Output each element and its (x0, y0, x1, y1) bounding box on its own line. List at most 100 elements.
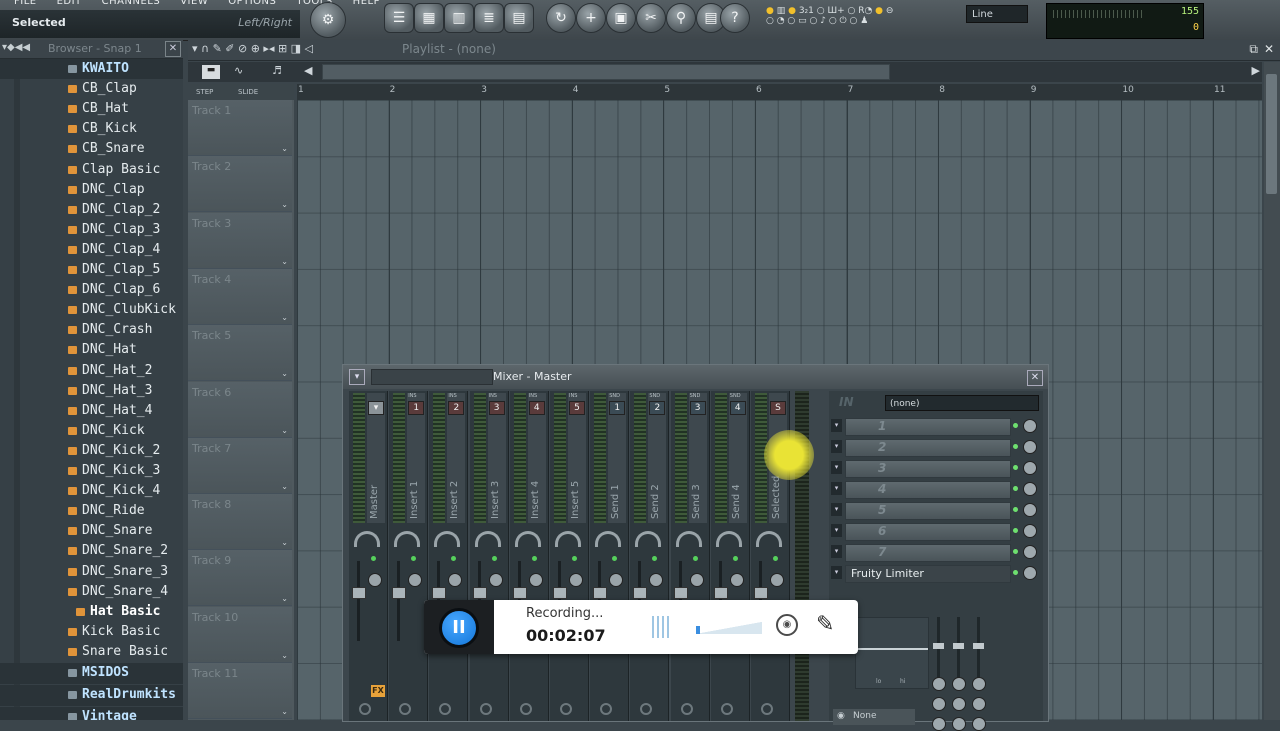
fx-slot[interactable]: ▾ 4 (831, 480, 1041, 499)
pen-icon[interactable]: ✎ (816, 612, 834, 637)
cut-icon[interactable]: ✂ (636, 3, 666, 33)
browser-file[interactable]: DNC_Kick_4 (0, 481, 183, 501)
stereo-knob[interactable] (729, 573, 744, 587)
track-header[interactable]: Track 11 ⌄ (188, 663, 292, 719)
slot-mix-knob[interactable] (1023, 503, 1037, 517)
pan-knob[interactable] (635, 531, 662, 547)
track-enable-led[interactable] (531, 556, 537, 561)
volume-fader[interactable] (357, 561, 360, 641)
browser-file[interactable]: DNC_Clap (0, 180, 183, 200)
stereo-knob[interactable] (609, 573, 624, 587)
volume-handle[interactable] (696, 626, 700, 634)
eq-knob[interactable] (972, 677, 986, 691)
pan-knob[interactable] (675, 531, 702, 547)
slot-menu-icon[interactable]: ▾ (831, 566, 842, 579)
fader-handle[interactable] (633, 587, 648, 599)
browser-file[interactable]: DNC_ClubKick (0, 300, 183, 320)
slot-body[interactable]: 4 (845, 481, 1011, 499)
pan-knob[interactable] (514, 531, 541, 547)
slot-menu-icon[interactable]: ▾ (831, 545, 842, 558)
track-route-icon[interactable] (761, 703, 773, 715)
slot-enable-led[interactable] (1013, 465, 1018, 470)
slot-menu-icon[interactable]: ▾ (831, 440, 842, 453)
track-enable-led[interactable] (371, 556, 376, 561)
browser-file[interactable]: DNC_Hat_3 (0, 381, 183, 401)
menu-item[interactable]: FILE (14, 0, 37, 8)
eq-knob[interactable] (932, 677, 946, 691)
slot-menu-icon[interactable]: ▾ (831, 503, 842, 516)
track-route-icon[interactable] (560, 703, 572, 715)
fader-handle[interactable] (553, 587, 567, 599)
save-icon[interactable]: ▣ (606, 3, 636, 33)
fader-handle[interactable] (593, 587, 608, 599)
slot-enable-led[interactable] (1013, 570, 1018, 575)
browser-file[interactable]: DNC_Snare_3 (0, 562, 183, 582)
stereo-knob[interactable] (689, 573, 704, 587)
playlist-view-button[interactable]: ☰ (384, 3, 414, 33)
track-enable-led[interactable] (773, 556, 778, 561)
track-enable-led[interactable] (451, 556, 457, 561)
track-route-icon[interactable] (399, 703, 412, 715)
track-header[interactable]: Track 7 ⌄ (188, 437, 292, 494)
mixer-menu-icon[interactable]: ▾ (349, 369, 365, 385)
mixer-track[interactable]: INS 2 Insert 2 (429, 391, 469, 721)
track-resize-icon[interactable]: ⌄ (281, 144, 288, 153)
eq-knob[interactable] (932, 697, 946, 711)
slot-enable-led[interactable] (1013, 528, 1018, 533)
pause-button[interactable]: II (439, 608, 479, 648)
browser-file[interactable]: CB_Snare (0, 139, 183, 159)
menu-item[interactable]: VIEW (180, 0, 208, 8)
browser-file[interactable]: DNC_Clap_6 (0, 280, 183, 300)
eq-knob[interactable] (952, 697, 966, 711)
eq-band-handle[interactable] (933, 643, 944, 649)
stereo-knob[interactable] (368, 573, 382, 587)
scroll-right-icon[interactable]: ▶ (1252, 64, 1260, 77)
mixer-track[interactable]: SND 3 Send 3 (670, 391, 710, 721)
volume-fader[interactable] (397, 561, 401, 641)
track-header[interactable]: Track 6 ⌄ (188, 381, 292, 438)
maximize-icon[interactable]: ⧉ (1249, 42, 1258, 57)
close-icon[interactable]: ✕ (165, 41, 181, 57)
pan-knob[interactable] (756, 531, 782, 547)
track-enable-led[interactable] (732, 556, 738, 561)
mixer-track[interactable]: SND 1 Send 1 (590, 391, 630, 721)
slot-enable-led[interactable] (1013, 423, 1018, 428)
eq-knob[interactable] (952, 717, 966, 731)
mixer-track[interactable]: INS 5 Insert 5 (550, 391, 589, 721)
undo-icon[interactable]: ↻ (546, 3, 576, 33)
menu-item[interactable]: OPTIONS (228, 0, 276, 8)
slot-mix-knob[interactable] (1023, 461, 1037, 475)
piano-roll-button[interactable]: ▥ (444, 3, 474, 33)
track-header[interactable]: Track 4 ⌄ (188, 268, 292, 325)
audio-icon[interactable]: ♬ (272, 64, 282, 77)
browser-file[interactable]: CB_Kick (0, 119, 183, 139)
browser-file[interactable]: CB_Clap (0, 79, 183, 99)
track-resize-icon[interactable]: ⌄ (281, 538, 288, 547)
track-route-icon[interactable] (519, 703, 532, 715)
track-resize-icon[interactable]: ⌄ (281, 482, 288, 491)
track-enable-led[interactable] (612, 556, 618, 561)
track-route-icon[interactable] (439, 703, 452, 715)
slot-body[interactable]: 6 (845, 523, 1011, 541)
slot-body[interactable]: Fruity Limiter (845, 565, 1011, 583)
track-header[interactable]: Track 5 ⌄ (188, 325, 292, 382)
mixer-track[interactable]: SND 2 Send 2 (630, 391, 670, 721)
fx-slot[interactable]: ▾ 3 (831, 459, 1041, 478)
track-enable-led[interactable] (411, 556, 417, 561)
track-enable-led[interactable] (491, 556, 497, 561)
track-route-icon[interactable] (640, 703, 653, 715)
input-select[interactable]: (none) (885, 395, 1039, 411)
browser-file[interactable]: DNC_Kick_3 (0, 461, 183, 481)
browser-file[interactable]: DNC_Ride (0, 501, 183, 521)
slot-enable-led[interactable] (1013, 444, 1018, 449)
browser-file[interactable]: Snare Basic (0, 642, 183, 662)
track-enable-led[interactable] (692, 556, 698, 561)
browser-file[interactable]: DNC_Snare_2 (0, 541, 183, 561)
mixer-track[interactable]: INS 4 Insert 4 (509, 391, 549, 721)
pan-knob[interactable] (434, 531, 461, 547)
track-header[interactable]: Track 8 ⌄ (188, 494, 292, 551)
slot-body[interactable]: 7 (845, 544, 1011, 562)
track-route-icon[interactable] (720, 703, 733, 715)
scroll-left-icon[interactable]: ◀ (304, 64, 312, 77)
volume-slider[interactable] (696, 622, 762, 634)
